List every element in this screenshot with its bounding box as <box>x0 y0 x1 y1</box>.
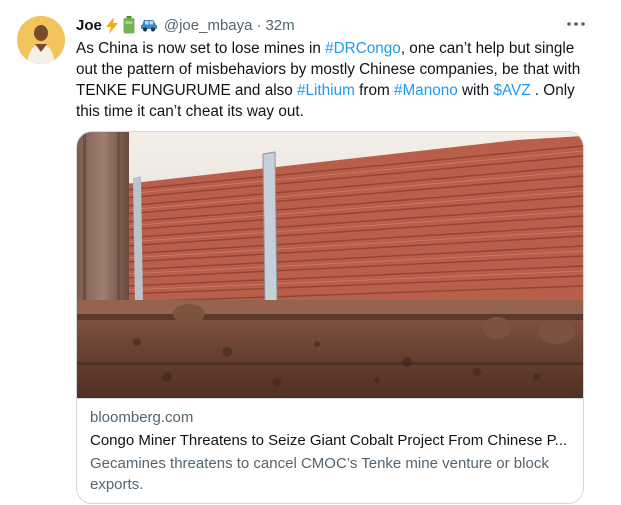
card-description: Gecamines threatens to cancel CMOC’s Ten… <box>90 455 549 493</box>
hashtag-manono-link[interactable]: #Manono <box>394 82 458 99</box>
hashtag-drcongo-link[interactable]: #DRCongo <box>325 40 401 57</box>
card-image[interactable] <box>77 132 583 399</box>
copper-cathodes-photo <box>77 132 583 398</box>
tweet[interactable]: Joe @joe_mbaya · 32m As China is now set… <box>0 0 621 505</box>
car-icon <box>140 18 158 32</box>
card-title: Congo Miner Threatens to Seize Giant Cob… <box>90 432 568 449</box>
battery-icon <box>123 16 135 34</box>
tweet-text-segment: As China is now set to lose mines in <box>76 40 326 57</box>
card-meta[interactable]: bloomberg.com Congo Miner Threatens to S… <box>90 408 571 495</box>
tweet-text-segment: with <box>457 82 494 99</box>
lightning-icon <box>105 16 120 34</box>
link-preview-card[interactable]: bloomberg.com Congo Miner Threatens to S… <box>76 131 584 504</box>
tweet-text-segment: from <box>354 82 394 99</box>
author-handle[interactable]: @joe_mbaya <box>164 17 253 34</box>
author-name[interactable]: Joe <box>76 17 102 34</box>
tweet-text: As China is now set to lose mines in #DR… <box>76 38 596 122</box>
card-domain: bloomberg.com <box>90 409 194 426</box>
avatar-image <box>17 16 65 64</box>
more-options-icon[interactable] <box>564 12 588 36</box>
avatar[interactable] <box>17 16 65 64</box>
cashtag-avz-link[interactable]: $AVZ <box>493 82 530 99</box>
hashtag-lithium-link[interactable]: #Lithium <box>297 82 355 99</box>
tweet-timestamp[interactable]: 32m <box>265 17 294 34</box>
separator-dot: · <box>256 16 262 34</box>
tweet-header: Joe @joe_mbaya · 32m <box>76 14 581 36</box>
